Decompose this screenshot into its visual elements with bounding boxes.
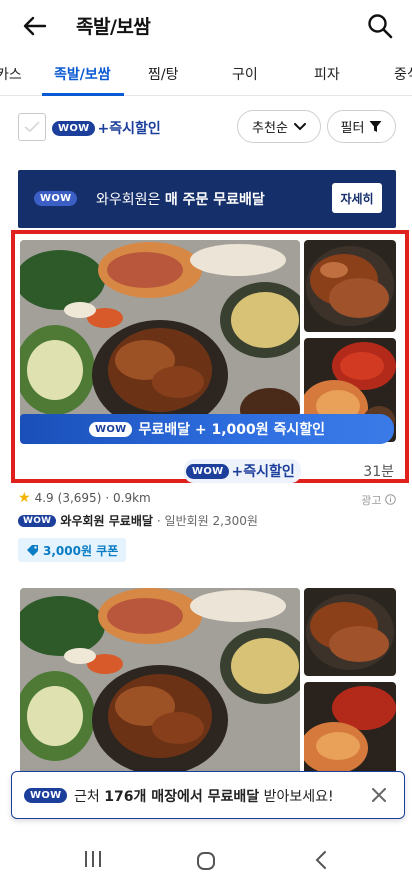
tag-icon [27, 544, 38, 556]
tab-partial-left[interactable]: 카스 [0, 64, 22, 84]
restaurant-main-photo[interactable] [20, 240, 300, 442]
wow-discount-filter[interactable]: WOW +즉시할인 [52, 118, 161, 138]
details-button[interactable]: 자세히 [332, 183, 382, 213]
wow-discount-checkbox[interactable] [18, 113, 46, 141]
promo-bar: WOW 무료배달 + 1,000원 즉시할인 [20, 414, 394, 444]
check-icon [24, 121, 40, 133]
tab-gui[interactable]: 구이 [232, 64, 258, 84]
top-bar: 족발/보쌈 [0, 0, 412, 52]
free-delivery-toast[interactable]: WOW 근처 176개 매장에서 무료배달 받아보세요! [11, 771, 405, 819]
restaurant-side-photo[interactable] [304, 682, 396, 778]
tab-pizza[interactable]: 피자 [314, 64, 340, 84]
distance: · 0.9km [105, 491, 151, 505]
wow-free-delivery-banner[interactable]: WOW 와우회원은 매 주문 무료배달 자세히 [18, 170, 396, 228]
sort-label: 추천순 [252, 121, 288, 136]
tab-jokbal-bossam[interactable]: 족발/보쌈 [54, 64, 111, 84]
restaurant-side-photo[interactable] [304, 588, 396, 676]
close-icon [372, 788, 386, 802]
chevron-down-icon [293, 122, 306, 130]
recent-apps-button[interactable] [83, 850, 107, 872]
active-tab-indicator [42, 93, 124, 96]
category-tabs: 카스 족발/보쌈 찜/탕 구이 피자 중식 [0, 56, 412, 96]
free-delivery-label: 와우회원 무료배달 [60, 514, 153, 528]
tab-partial-right[interactable]: 중식 [394, 64, 412, 84]
promo-text: 무료배달 + 1,000원 즉시할인 [138, 422, 326, 438]
wow-badge: WOW [88, 421, 133, 437]
chevron-left-icon [315, 851, 326, 869]
toast-message: 근처 176개 매장에서 무료배달 받아보세요! [74, 789, 334, 805]
search-icon [368, 14, 393, 39]
wow-badge: WOW [24, 788, 68, 803]
wow-badge: WOW [34, 191, 78, 206]
ad-label[interactable]: 광고 [361, 492, 396, 508]
coupon-badge[interactable]: 3,000원 쿠폰 [18, 538, 127, 562]
review-count: (3,695) [57, 491, 102, 505]
wow-badge: WOW [52, 120, 96, 136]
page-title: 족발/보쌈 [76, 16, 151, 38]
wow-badge: WOW [186, 463, 230, 479]
rating-row: ★ 4.9 (3,695) · 0.9km [18, 490, 151, 506]
arrow-left-icon [23, 16, 47, 36]
wow-discount-tag: WOW +즉시할인 [184, 459, 301, 483]
app-screen: 족발/보쌈 카스 족발/보쌈 찜/탕 구이 피자 중식 WOW +즉시할인 추천… [0, 0, 412, 888]
home-icon [197, 852, 215, 870]
normal-fee-label: · 일반회원 2,300원 [156, 514, 258, 528]
recent-apps-icon [85, 851, 101, 867]
delivery-fee-row: WOW 와우회원 무료배달 · 일반회원 2,300원 [18, 512, 258, 529]
delivery-time: 31분 [363, 464, 394, 480]
info-icon [385, 494, 396, 505]
toast-close-button[interactable] [368, 784, 390, 806]
tab-jjim-tang[interactable]: 찜/탕 [148, 64, 178, 84]
banner-text: 와우회원은 매 주문 무료배달 [96, 192, 265, 208]
back-nav-button[interactable] [312, 850, 336, 872]
funnel-icon [369, 121, 382, 132]
sort-dropdown[interactable]: 추천순 [237, 110, 321, 143]
star-icon: ★ [18, 490, 31, 506]
wow-badge: WOW [18, 514, 57, 527]
system-nav-bar [0, 832, 412, 888]
restaurant-side-photo[interactable] [304, 240, 396, 332]
wow-discount-label: +즉시할인 [231, 464, 295, 480]
rating-value: 4.9 [34, 491, 54, 505]
filter-label: 필터 [340, 121, 365, 136]
wow-discount-label: +즉시할인 [97, 121, 161, 137]
restaurant-main-photo[interactable] [20, 588, 300, 778]
coupon-label: 3,000원 쿠폰 [43, 543, 119, 558]
back-button[interactable] [20, 12, 50, 40]
search-button[interactable] [366, 12, 394, 40]
filter-button[interactable]: 필터 [327, 110, 396, 143]
home-button[interactable] [195, 850, 219, 872]
